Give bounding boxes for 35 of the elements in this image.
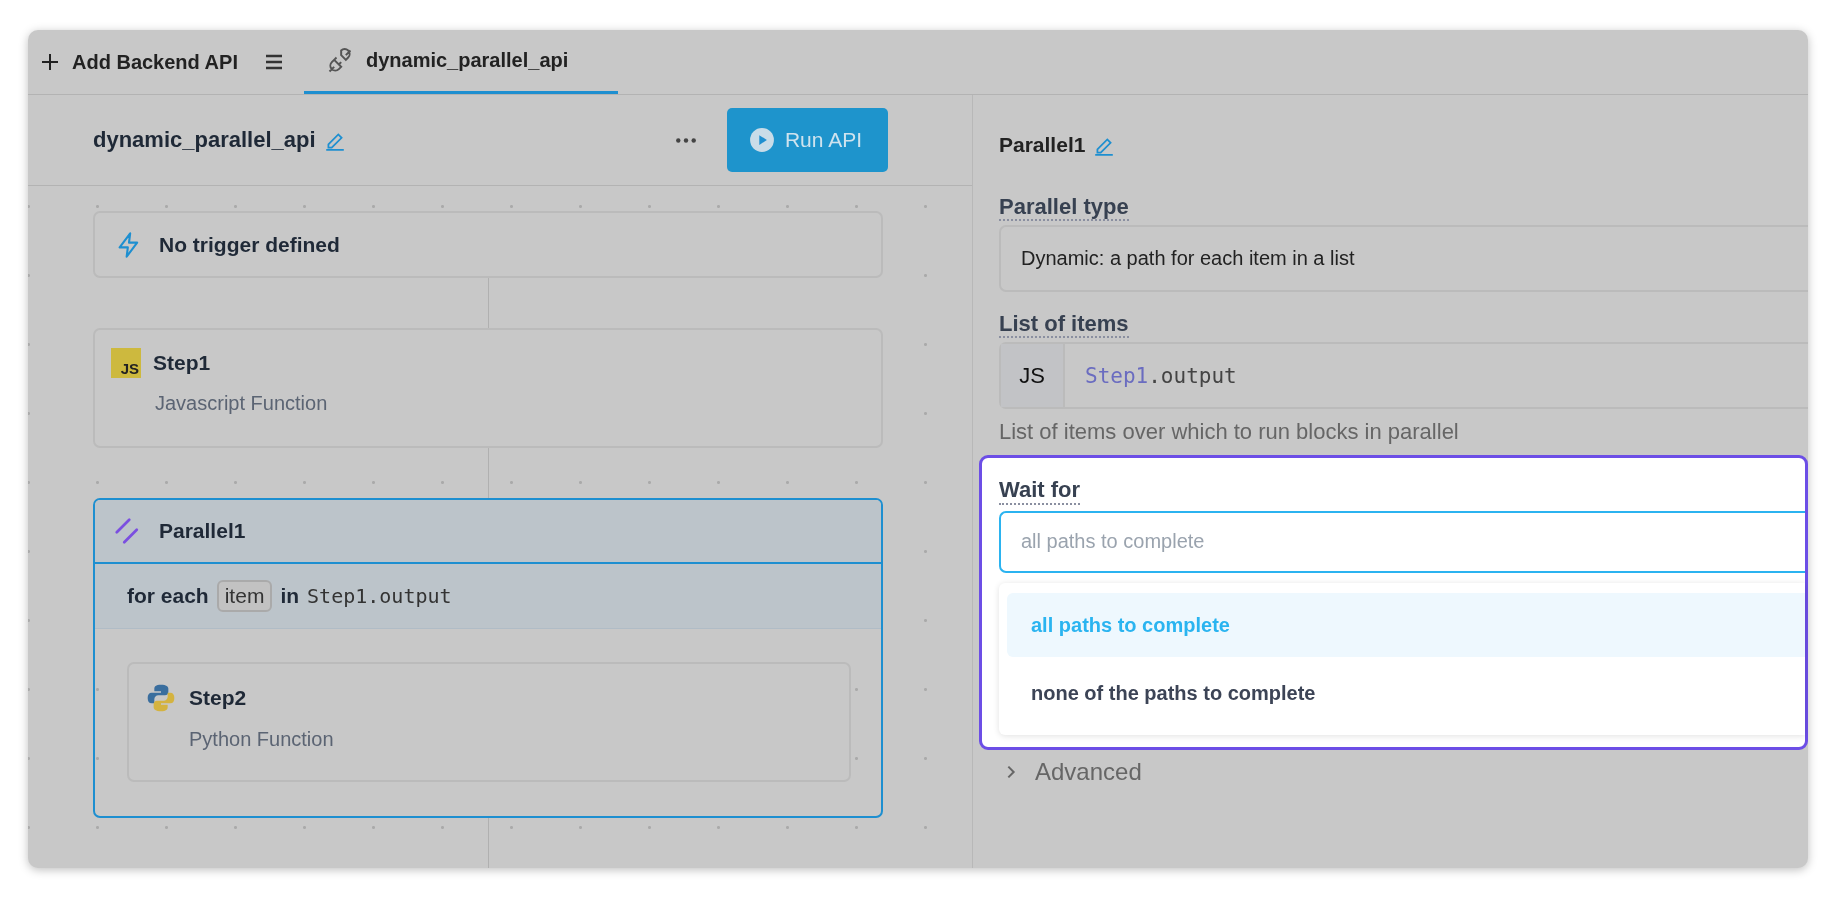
- inspector-title: Parallel1: [999, 133, 1086, 157]
- parallel-block[interactable]: Parallel1 for each item in Step1.output Step2 Python Function: [93, 498, 883, 818]
- step-type: Python Function: [189, 728, 335, 751]
- loop-variable: item: [216, 580, 273, 612]
- loop-keyword: in: [280, 584, 300, 608]
- plus-icon: [40, 52, 60, 72]
- code-identifier: Step1: [1085, 363, 1149, 388]
- help-text: List of items over which to run blocks in parallel: [999, 419, 1460, 446]
- trigger-card[interactable]: No trigger defined: [93, 211, 883, 278]
- field-label: Parallel type: [999, 195, 1129, 222]
- field-label: Wait for: [999, 478, 1081, 505]
- step-type: Javascript Function: [155, 392, 329, 415]
- api-title: dynamic_parallel_api: [93, 127, 316, 153]
- trigger-label: No trigger defined: [159, 232, 340, 257]
- step-card[interactable]: Step2 Python Function: [127, 662, 851, 782]
- field-label: List of items: [999, 312, 1129, 339]
- more-icon[interactable]: [674, 136, 697, 144]
- menu-icon[interactable]: [263, 52, 284, 72]
- step-name: Step2: [189, 686, 247, 710]
- loop-keyword: for each: [127, 584, 209, 608]
- parallel-type-select[interactable]: Dynamic: a path for each item in a list: [999, 225, 1808, 293]
- wait-for-input[interactable]: all paths to complete: [999, 510, 1805, 574]
- play-icon: [748, 127, 775, 153]
- step-card[interactable]: JS Step1 Javascript Function: [93, 328, 883, 448]
- dropdown-option[interactable]: none of the paths to complete: [1007, 661, 1805, 726]
- parallel-name: Parallel1: [159, 519, 246, 543]
- python-icon: [145, 682, 177, 714]
- javascript-icon: JS: [111, 348, 141, 378]
- js-mode-toggle[interactable]: JS: [1001, 344, 1065, 408]
- add-backend-api-button[interactable]: Add Backend API: [28, 30, 252, 94]
- code-property: .output: [1148, 363, 1237, 388]
- loop-expression: Step1.output: [307, 584, 452, 608]
- api-tab[interactable]: dynamic_parallel_api: [303, 30, 619, 94]
- list-of-items-field[interactable]: JS Step1.output: [999, 342, 1808, 410]
- step-name: Step1: [153, 351, 211, 375]
